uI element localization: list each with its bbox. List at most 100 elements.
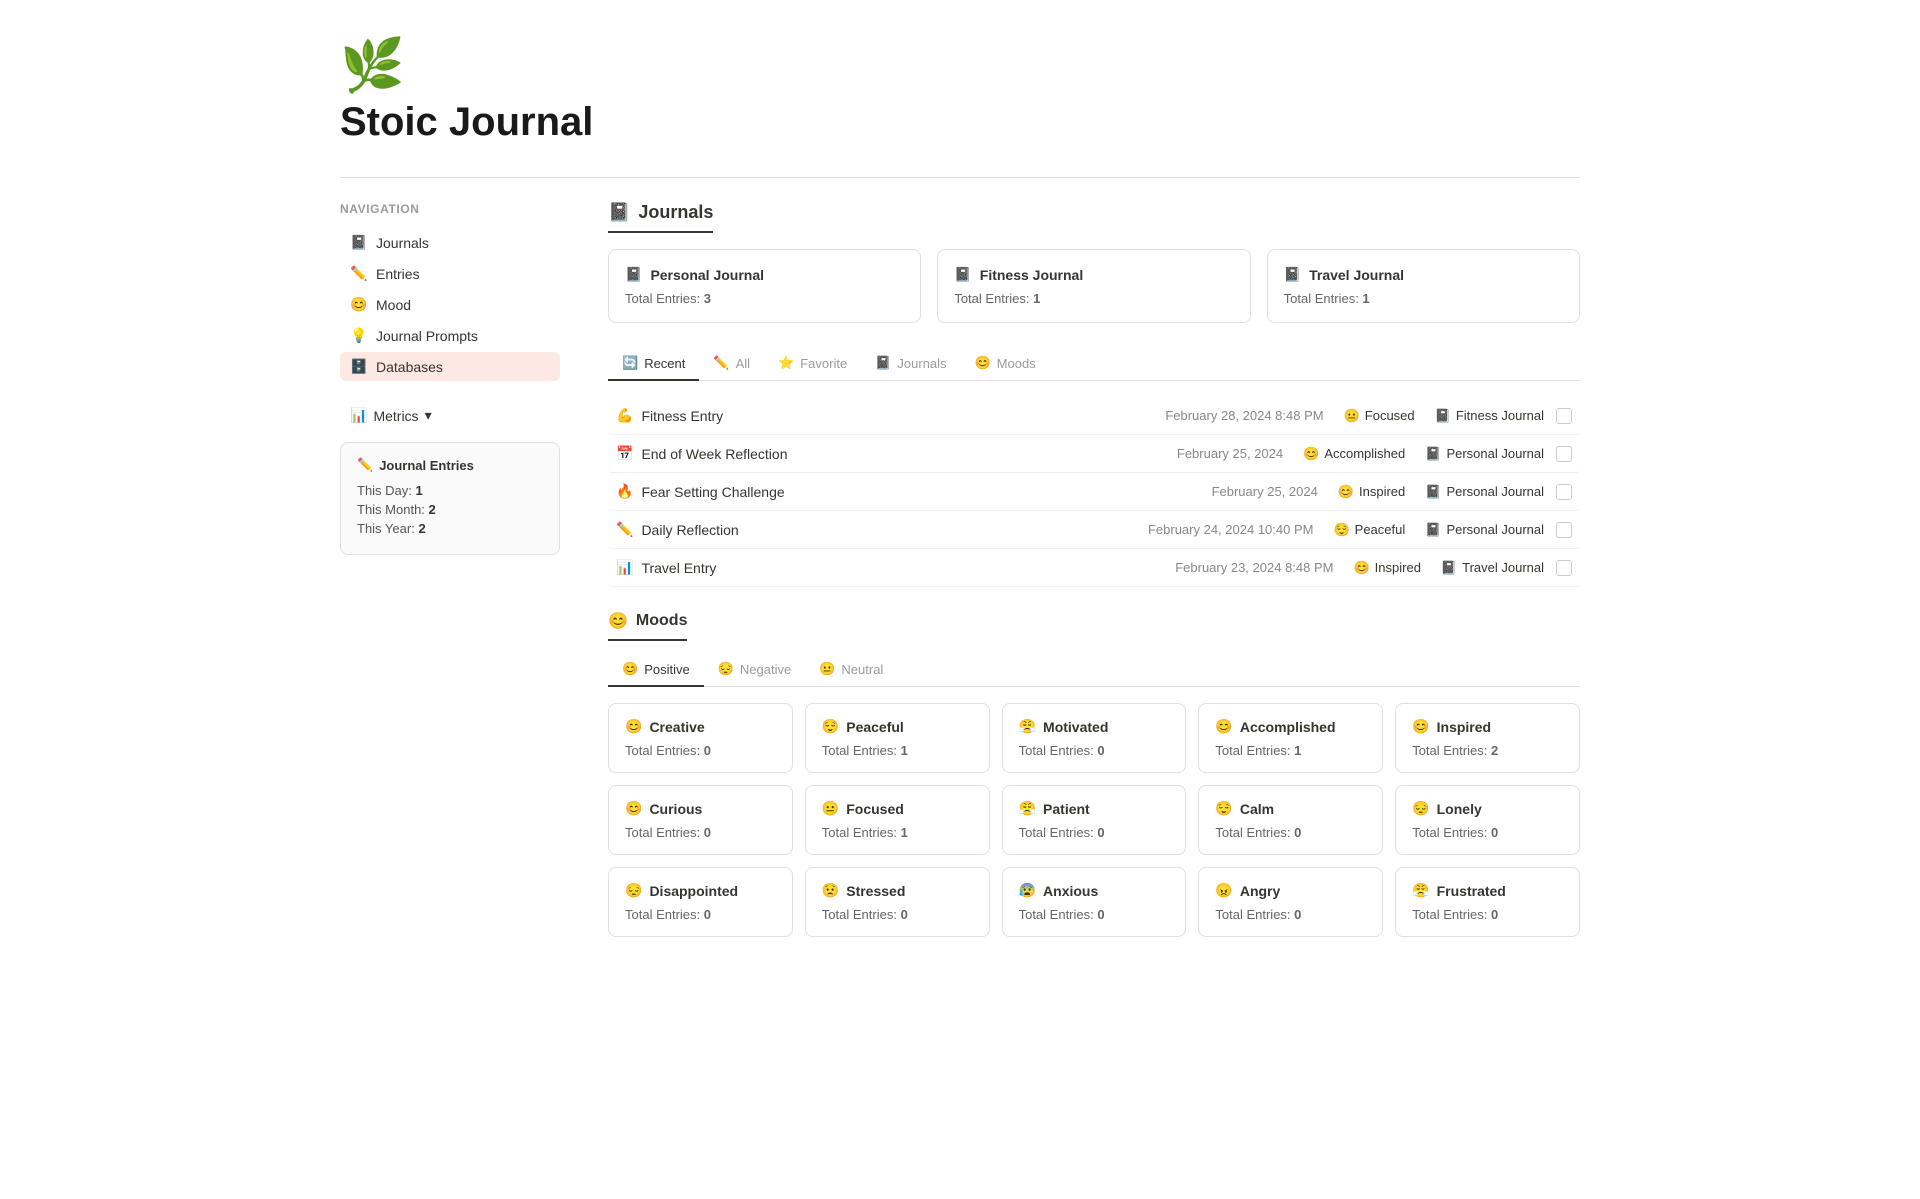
nav-items: 📓 Journals ✏️ Entries 😊 Mood 💡 Journal P…: [340, 228, 560, 381]
entry-row-2[interactable]: 🔥 Fear Setting Challenge February 25, 20…: [608, 473, 1580, 511]
mood-card-8[interactable]: 😌 Calm Total Entries: 0: [1198, 785, 1383, 855]
entries-tab-label-recent: Recent: [644, 356, 685, 371]
mood-card-1[interactable]: 😌 Peaceful Total Entries: 1: [805, 703, 990, 773]
mood-card-10[interactable]: 😔 Disappointed Total Entries: 0: [608, 867, 793, 937]
sidebar-item-entries[interactable]: ✏️ Entries: [340, 259, 560, 288]
entry-row-3[interactable]: ✏️ Daily Reflection February 24, 2024 10…: [608, 511, 1580, 549]
entry-mood-label-4: Inspired: [1375, 560, 1421, 575]
entry-name-1: End of Week Reflection: [641, 446, 787, 462]
mood-card-6[interactable]: 😐 Focused Total Entries: 1: [805, 785, 990, 855]
mood-card-icon-4: 😊: [1412, 718, 1429, 735]
mood-card-11[interactable]: 😟 Stressed Total Entries: 0: [805, 867, 990, 937]
entry-checkbox-4[interactable]: [1556, 560, 1572, 576]
journals-section-header: 📓 Journals: [608, 202, 713, 233]
mood-card-meta-3: Total Entries: 1: [1215, 743, 1366, 758]
mood-card-title-1: 😌 Peaceful: [822, 718, 973, 735]
entries-list: 💪 Fitness Entry February 28, 2024 8:48 P…: [608, 397, 1580, 587]
sidebar-item-mood[interactable]: 😊 Mood: [340, 290, 560, 319]
entry-mood-2: 😊 Inspired: [1338, 484, 1405, 500]
mood-card-12[interactable]: 😰 Anxious Total Entries: 0: [1002, 867, 1187, 937]
entry-date-4: February 23, 2024 8:48 PM: [1175, 560, 1333, 575]
nav-label-entries: Entries: [376, 266, 420, 282]
entry-icon-1: 📅: [616, 445, 633, 462]
journals-header-icon: 📓: [608, 202, 630, 223]
mood-card-name-2: Motivated: [1043, 719, 1108, 735]
moods-tab-label-positive: Positive: [644, 662, 690, 677]
mood-card-title-0: 😊 Creative: [625, 718, 776, 735]
mood-card-icon-6: 😐: [822, 800, 839, 817]
entry-row-1[interactable]: 📅 End of Week Reflection February 25, 20…: [608, 435, 1580, 473]
journal-card-2[interactable]: 📓 Travel Journal Total Entries: 1: [1267, 249, 1580, 323]
entry-row-0[interactable]: 💪 Fitness Entry February 28, 2024 8:48 P…: [608, 397, 1580, 435]
mood-card-icon-2: 😤: [1019, 718, 1036, 735]
moods-tab-neutral[interactable]: 😐 Neutral: [805, 653, 897, 687]
journal-card-icon-2: 📓: [1284, 266, 1301, 283]
mood-card-5[interactable]: 😊 Curious Total Entries: 0: [608, 785, 793, 855]
sidebar-item-journals[interactable]: 📓 Journals: [340, 228, 560, 257]
mood-card-7[interactable]: 😤 Patient Total Entries: 0: [1002, 785, 1187, 855]
entries-tab-moods[interactable]: 😊 Moods: [961, 347, 1050, 381]
journal-card-name-0: Personal Journal: [650, 267, 764, 283]
entry-meta-0: February 28, 2024 8:48 PM 😐 Focused 📓 Fi…: [1165, 408, 1544, 424]
metrics-card-icon: ✏️: [357, 457, 373, 473]
entry-name-3: Daily Reflection: [641, 522, 738, 538]
entry-mood-1: 😊 Accomplished: [1303, 446, 1405, 462]
mood-card-9[interactable]: 😔 Lonely Total Entries: 0: [1395, 785, 1580, 855]
mood-card-3[interactable]: 😊 Accomplished Total Entries: 1: [1198, 703, 1383, 773]
entry-title-0: 💪 Fitness Entry: [616, 407, 1165, 424]
mood-card-name-0: Creative: [649, 719, 704, 735]
sidebar-item-databases[interactable]: 🗄️ Databases: [340, 352, 560, 381]
mood-card-name-10: Disappointed: [649, 883, 738, 899]
entries-tab-recent[interactable]: 🔄 Recent: [608, 347, 699, 381]
metrics-section: 📊 Metrics ▾ ✏️ Journal Entries This Day:…: [340, 401, 560, 555]
moods-tab-negative[interactable]: 😔 Negative: [704, 653, 806, 687]
entry-mood-label-0: Focused: [1365, 408, 1415, 423]
metrics-header[interactable]: 📊 Metrics ▾: [340, 401, 560, 430]
mood-card-title-7: 😤 Patient: [1019, 800, 1170, 817]
mood-card-0[interactable]: 😊 Creative Total Entries: 0: [608, 703, 793, 773]
entry-checkbox-2[interactable]: [1556, 484, 1572, 500]
entry-mood-icon-4: 😊: [1353, 560, 1369, 576]
entry-checkbox-0[interactable]: [1556, 408, 1572, 424]
page-title: Stoic Journal: [340, 100, 1580, 145]
entry-title-1: 📅 End of Week Reflection: [616, 445, 1177, 462]
entries-tab-favorite[interactable]: ⭐ Favorite: [764, 347, 861, 381]
mood-card-2[interactable]: 😤 Motivated Total Entries: 0: [1002, 703, 1187, 773]
entries-tab-all[interactable]: ✏️ All: [699, 347, 764, 381]
entries-tab-icon-journals: 📓: [875, 355, 891, 371]
mood-card-13[interactable]: 😠 Angry Total Entries: 0: [1198, 867, 1383, 937]
moods-tab-icon-positive: 😊: [622, 661, 638, 677]
moods-tab-icon-neutral: 😐: [819, 661, 835, 677]
journal-card-1[interactable]: 📓 Fitness Journal Total Entries: 1: [937, 249, 1250, 323]
entries-tab-journals[interactable]: 📓 Journals: [861, 347, 960, 381]
entry-name-0: Fitness Entry: [641, 408, 723, 424]
entry-journal-0: 📓 Fitness Journal: [1435, 408, 1544, 424]
entry-row-4[interactable]: 📊 Travel Entry February 23, 2024 8:48 PM…: [608, 549, 1580, 587]
entry-checkbox-1[interactable]: [1556, 446, 1572, 462]
entry-mood-0: 😐 Focused: [1344, 408, 1415, 424]
mood-card-title-8: 😌 Calm: [1215, 800, 1366, 817]
mood-card-4[interactable]: 😊 Inspired Total Entries: 2: [1395, 703, 1580, 773]
mood-card-14[interactable]: 😤 Frustrated Total Entries: 0: [1395, 867, 1580, 937]
journal-card-title-0: 📓 Personal Journal: [625, 266, 904, 283]
main-content: 📓 Journals 📓 Personal Journal Total Entr…: [608, 202, 1580, 937]
moods-tab-label-neutral: Neutral: [841, 662, 883, 677]
moods-tab-positive[interactable]: 😊 Positive: [608, 653, 704, 687]
mood-card-icon-10: 😔: [625, 882, 642, 899]
moods-tabs: 😊 Positive 😔 Negative 😐 Neutral: [608, 653, 1580, 687]
metrics-row: This Month: 2: [357, 502, 543, 517]
journal-card-meta-0: Total Entries: 3: [625, 291, 904, 306]
mood-card-name-8: Calm: [1240, 801, 1274, 817]
entries-tab-label-journals: Journals: [897, 356, 946, 371]
entry-journal-4: 📓 Travel Journal: [1441, 560, 1544, 576]
moods-grid: 😊 Creative Total Entries: 0 😌 Peaceful T…: [608, 703, 1580, 937]
journal-card-name-1: Fitness Journal: [980, 267, 1083, 283]
mood-card-title-6: 😐 Focused: [822, 800, 973, 817]
mood-card-title-9: 😔 Lonely: [1412, 800, 1563, 817]
entry-checkbox-3[interactable]: [1556, 522, 1572, 538]
sidebar-item-journal-prompts[interactable]: 💡 Journal Prompts: [340, 321, 560, 350]
mood-card-title-10: 😔 Disappointed: [625, 882, 776, 899]
journal-card-0[interactable]: 📓 Personal Journal Total Entries: 3: [608, 249, 921, 323]
mood-card-name-13: Angry: [1240, 883, 1280, 899]
mood-card-icon-9: 😔: [1412, 800, 1429, 817]
